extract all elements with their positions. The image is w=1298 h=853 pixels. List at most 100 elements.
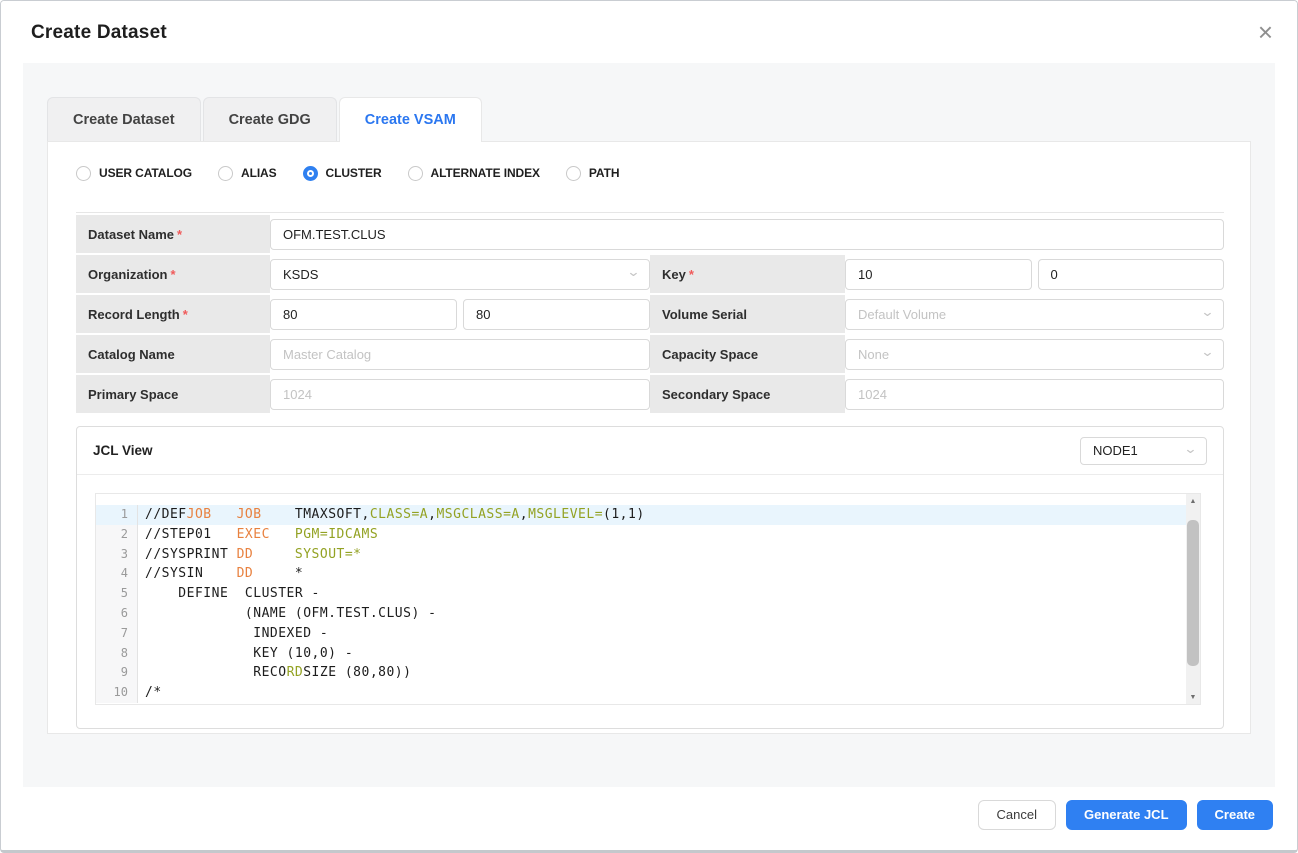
scroll-down-icon[interactable]: ▼ <box>1186 690 1200 704</box>
jcl-code-lines: 1 //DEFJOB JOB TMAXSOFT,CLASS=A,MSGCLASS=… <box>96 494 1186 704</box>
chevron-down-icon: ⌄ <box>626 264 641 279</box>
dataset-name-input[interactable] <box>270 218 1224 250</box>
code-text: DEFINE CLUSTER - <box>145 586 320 602</box>
code-line: 7 INDEXED - <box>96 623 1186 644</box>
primary-space-label: Primary Space <box>76 375 270 413</box>
volume-serial-placeholder: Default Volume <box>858 306 947 322</box>
radio-selected-icon[interactable] <box>302 165 318 181</box>
code-line: 6 (NAME (OFM.TEST.CLUS) - <box>96 603 1186 624</box>
code-text: INDEXED - <box>145 625 329 641</box>
radio-label: ALIAS <box>241 166 277 180</box>
jcl-view-title: JCL View <box>93 443 153 458</box>
line-number: 7 <box>96 623 138 644</box>
catalog-name-input[interactable] <box>270 338 650 370</box>
capacity-space-placeholder: None <box>858 346 890 362</box>
line-number: 9 <box>96 663 138 684</box>
line-number: 1 <box>96 505 138 525</box>
volume-serial-select[interactable]: Default Volume ⌄ <box>845 298 1224 330</box>
radio-alternate-index[interactable]: ALTERNATE INDEX <box>407 165 540 181</box>
tab-bar: Create Dataset Create GDG Create VSAM <box>47 97 484 142</box>
code-line: 10 /* <box>96 683 1186 703</box>
scroll-up-icon[interactable]: ▲ <box>1186 494 1200 508</box>
capacity-space-select[interactable]: None ⌄ <box>845 338 1224 370</box>
vertical-scrollbar[interactable]: ▲ ▼ <box>1186 494 1200 704</box>
generate-jcl-button[interactable]: Generate JCL <box>1065 799 1187 830</box>
node-select-value: NODE1 <box>1093 443 1138 458</box>
organization-select-value: KSDS <box>283 266 319 282</box>
code-line: 1 //DEFJOB JOB TMAXSOFT,CLASS=A,MSGCLASS=… <box>96 505 1186 525</box>
record-length-label: Record Length * <box>76 295 270 333</box>
tab-create-dataset[interactable]: Create Dataset <box>47 97 201 141</box>
primary-space-input[interactable] <box>270 378 650 410</box>
record-length-avg-input[interactable] <box>270 298 457 330</box>
required-mark: * <box>688 266 694 282</box>
code-text: (NAME (OFM.TEST.CLUS) - <box>145 605 437 621</box>
line-number: 4 <box>96 564 138 585</box>
jcl-code-editor[interactable]: 1 //DEFJOB JOB TMAXSOFT,CLASS=A,MSGCLASS=… <box>95 493 1201 705</box>
radio-unselected-icon[interactable] <box>76 165 91 181</box>
scrollbar-thumb[interactable] <box>1187 520 1199 666</box>
radio-alias[interactable]: ALIAS <box>218 165 277 181</box>
code-text: KEY (10,0) - <box>145 645 354 661</box>
close-icon[interactable]: × <box>1258 19 1273 45</box>
organization-label: Organization * <box>76 255 270 293</box>
modal-body: Create Dataset Create GDG Create VSAM USER… <box>23 63 1275 791</box>
jcl-view-panel: JCL View NODE1 ⌄ 1 //DEFJOB JOB TMAXSOFT,… <box>76 426 1224 729</box>
radio-label: USER CATALOG <box>99 166 193 180</box>
secondary-space-input[interactable] <box>845 378 1224 410</box>
page-title: Create Dataset <box>31 22 167 43</box>
code-text: //STEP01 EXEC PGM=IDCAMS <box>145 526 379 542</box>
node-select[interactable]: NODE1 ⌄ <box>1080 436 1207 465</box>
vsam-form: Dataset Name* Organization* KSDS ⌄ Key* <box>76 212 1224 413</box>
code-text: RECORDSIZE (80,80)) <box>145 665 412 681</box>
required-mark: * <box>177 226 183 242</box>
record-length-max-input[interactable] <box>463 298 650 330</box>
tab-create-vsam[interactable]: Create VSAM <box>338 97 482 142</box>
modal-header: Create Dataset × <box>1 1 1297 63</box>
line-number: 8 <box>96 643 138 664</box>
volume-serial-label: Volume Serial <box>650 295 845 333</box>
radio-user-catalog[interactable]: USER CATALOG <box>76 165 193 181</box>
line-number: 3 <box>96 544 138 565</box>
create-button[interactable]: Create <box>1196 799 1273 830</box>
chevron-down-icon: ⌄ <box>1200 344 1215 359</box>
key-label: Key * <box>650 255 845 293</box>
code-text: //SYSIN DD * <box>145 566 304 582</box>
code-text: //DEFJOB JOB TMAXSOFT,CLASS=A,MSGCLASS=A… <box>145 507 645 522</box>
jcl-view-header: JCL View NODE1 ⌄ <box>77 427 1223 475</box>
radio-label: ALTERNATE INDEX <box>430 166 540 180</box>
cancel-button[interactable]: Cancel <box>977 799 1056 830</box>
code-line: 3 //SYSPRINT DD SYSOUT=* <box>96 544 1186 565</box>
radio-path[interactable]: PATH <box>565 165 620 181</box>
radio-unselected-icon[interactable] <box>218 165 234 181</box>
dataset-name-label: Dataset Name * <box>76 215 270 253</box>
catalog-name-label: Catalog Name <box>76 335 270 373</box>
create-vsam-tab-content: USER CATALOG ALIAS CLUSTER ALTERNATE INDEX P… <box>47 141 1251 734</box>
tab-create-gdg[interactable]: Create GDG <box>202 97 337 141</box>
required-mark: * <box>170 266 176 282</box>
radio-unselected-icon[interactable] <box>565 165 581 181</box>
line-number: 5 <box>96 584 138 604</box>
line-number: 2 <box>96 524 138 545</box>
line-number: 6 <box>96 603 138 624</box>
organization-select[interactable]: KSDS ⌄ <box>270 258 650 290</box>
code-line: 2 //STEP01 EXEC PGM=IDCAMS <box>96 524 1186 545</box>
code-text: //SYSPRINT DD SYSOUT=* <box>145 546 362 562</box>
key-length-input[interactable] <box>845 258 1032 290</box>
code-line: 9 RECORDSIZE (80,80)) <box>96 663 1186 684</box>
capacity-space-label: Capacity Space <box>650 335 845 373</box>
code-line: 5 DEFINE CLUSTER - <box>96 584 1186 604</box>
radio-unselected-icon[interactable] <box>407 165 423 181</box>
key-offset-input[interactable] <box>1037 258 1224 290</box>
vsam-type-radio-group: USER CATALOG ALIAS CLUSTER ALTERNATE INDEX P… <box>76 164 620 182</box>
radio-label: PATH <box>588 166 620 180</box>
chevron-down-icon: ⌄ <box>1200 304 1215 319</box>
radio-cluster[interactable]: CLUSTER <box>302 165 382 181</box>
code-text: /* <box>145 685 162 701</box>
code-line: 8 KEY (10,0) - <box>96 643 1186 664</box>
modal-footer: Cancel Generate JCL Create <box>1 787 1297 850</box>
radio-label: CLUSTER <box>325 166 382 180</box>
create-dataset-modal: Create Dataset × Create Dataset Create GD… <box>0 0 1298 853</box>
line-number: 10 <box>96 683 138 703</box>
secondary-space-label: Secondary Space <box>650 375 845 413</box>
